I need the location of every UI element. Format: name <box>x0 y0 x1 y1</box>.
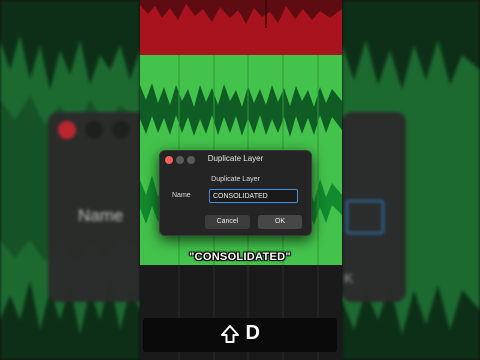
dialog-title: Duplicate Layer <box>207 154 264 163</box>
dialog-heading: Duplicate Layer <box>211 176 260 183</box>
name-field-label: Name <box>172 192 191 199</box>
duplicate-layer-dialog: Duplicate Layer Duplicate Layer Name Can… <box>159 150 312 236</box>
background-dialog-ghost-right: K <box>342 112 406 302</box>
video-caption: "CONSOLIDATED" <box>189 251 291 263</box>
shortcut-combo: D <box>143 322 337 345</box>
keyboard-shortcut-banner: D <box>143 318 337 352</box>
background-input-ghost <box>346 200 384 234</box>
background-right-blur: K <box>342 0 480 360</box>
shortcut-key: D <box>245 322 260 344</box>
red-waveform <box>140 0 342 28</box>
background-dot <box>85 121 103 139</box>
background-dialog-ghost: Name <box>48 112 140 302</box>
background-button-label: K <box>344 270 354 286</box>
background-name-label: Name <box>78 206 124 225</box>
background-close-dot <box>58 121 76 139</box>
ok-button[interactable]: OK <box>258 215 302 229</box>
red-audio-track[interactable] <box>140 0 342 55</box>
background-dot <box>112 121 130 139</box>
shift-key-icon <box>220 324 239 343</box>
name-input[interactable] <box>209 189 298 203</box>
background-left-blur: Name <box>0 0 140 360</box>
cancel-button[interactable]: Cancel <box>205 215 250 229</box>
